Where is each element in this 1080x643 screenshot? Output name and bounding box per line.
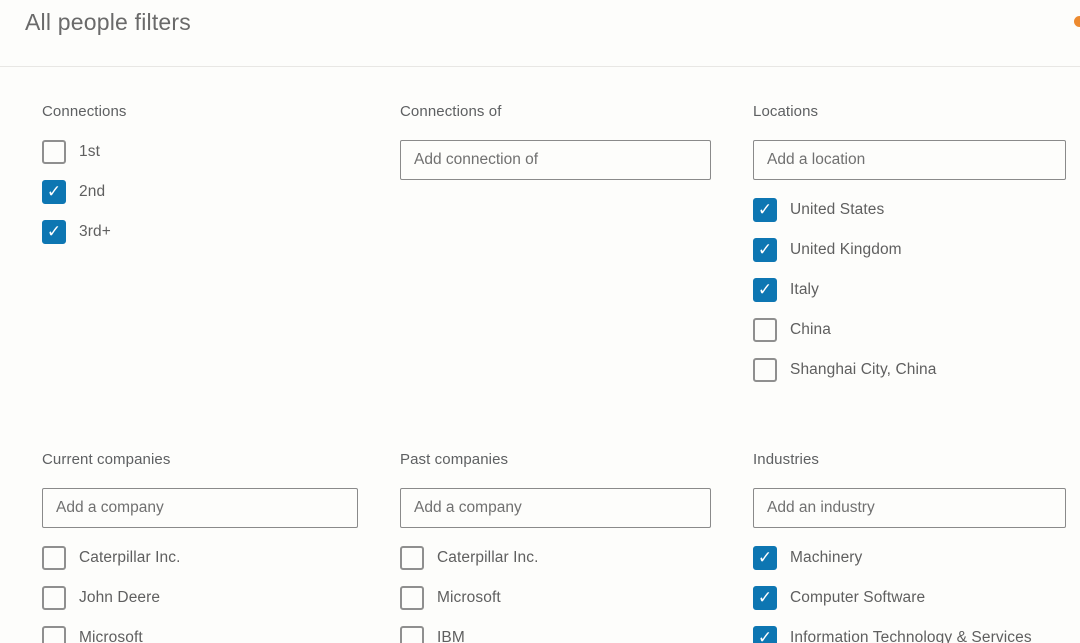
section-label: Locations bbox=[753, 103, 1066, 120]
locations-options: United States United Kingdom Italy China… bbox=[753, 198, 1066, 382]
notification-dot-icon bbox=[1074, 16, 1080, 27]
checkbox-label: United Kingdom bbox=[790, 241, 902, 259]
section-label: Current companies bbox=[42, 451, 358, 468]
checkbox-row-computer-software[interactable]: Computer Software bbox=[753, 586, 1066, 610]
checkbox-icon[interactable] bbox=[42, 140, 66, 164]
checkbox-label: Microsoft bbox=[79, 629, 143, 643]
checkbox-row-shanghai-city-china[interactable]: Shanghai City, China bbox=[753, 358, 1066, 382]
industry-input[interactable] bbox=[753, 488, 1066, 528]
checkbox-label: 1st bbox=[79, 143, 100, 161]
checkbox-row-machinery[interactable]: Machinery bbox=[753, 546, 1066, 570]
checkbox-row-italy[interactable]: Italy bbox=[753, 278, 1066, 302]
checkbox-label: IBM bbox=[437, 629, 465, 643]
checkbox-icon[interactable] bbox=[400, 586, 424, 610]
checkbox-icon[interactable] bbox=[42, 546, 66, 570]
section-label: Connections bbox=[42, 103, 358, 120]
checkbox-label: United States bbox=[790, 201, 884, 219]
section-locations: Locations United States United Kingdom I… bbox=[753, 103, 1066, 398]
checkbox-row-united-states[interactable]: United States bbox=[753, 198, 1066, 222]
section-past-companies: Past companies Caterpillar Inc. Microsof… bbox=[400, 451, 711, 643]
checkbox-icon[interactable] bbox=[400, 546, 424, 570]
checkbox-icon[interactable] bbox=[753, 546, 777, 570]
checkbox-icon[interactable] bbox=[753, 626, 777, 643]
checkbox-icon[interactable] bbox=[753, 358, 777, 382]
checkbox-icon[interactable] bbox=[42, 180, 66, 204]
checkbox-icon[interactable] bbox=[753, 318, 777, 342]
checkbox-label: China bbox=[790, 321, 831, 339]
current-company-input[interactable] bbox=[42, 488, 358, 528]
section-connections-of: Connections of bbox=[400, 103, 711, 398]
checkbox-icon[interactable] bbox=[42, 626, 66, 643]
checkbox-row-microsoft[interactable]: Microsoft bbox=[42, 626, 358, 643]
section-label: Past companies bbox=[400, 451, 711, 468]
industries-options: Machinery Computer Software Information … bbox=[753, 546, 1066, 643]
filters-header: All people filters bbox=[0, 0, 1080, 67]
checkbox-row-caterpillar[interactable]: Caterpillar Inc. bbox=[400, 546, 711, 570]
checkbox-label: Caterpillar Inc. bbox=[79, 549, 181, 567]
checkbox-icon[interactable] bbox=[753, 238, 777, 262]
checkbox-label: 2nd bbox=[79, 183, 105, 201]
checkbox-row-john-deere[interactable]: John Deere bbox=[42, 586, 358, 610]
connections-options: 1st 2nd 3rd+ bbox=[42, 140, 358, 244]
checkbox-label: Shanghai City, China bbox=[790, 361, 936, 379]
checkbox-icon[interactable] bbox=[753, 198, 777, 222]
section-label: Connections of bbox=[400, 103, 711, 120]
checkbox-row-caterpillar[interactable]: Caterpillar Inc. bbox=[42, 546, 358, 570]
current-companies-options: Caterpillar Inc. John Deere Microsoft bbox=[42, 546, 358, 643]
checkbox-label: Microsoft bbox=[437, 589, 501, 607]
page-title: All people filters bbox=[25, 9, 191, 36]
location-input[interactable] bbox=[753, 140, 1066, 180]
checkbox-label: Machinery bbox=[790, 549, 862, 567]
section-current-companies: Current companies Caterpillar Inc. John … bbox=[42, 451, 358, 643]
section-label: Industries bbox=[753, 451, 1066, 468]
past-company-input[interactable] bbox=[400, 488, 711, 528]
checkbox-icon[interactable] bbox=[753, 586, 777, 610]
checkbox-icon[interactable] bbox=[42, 220, 66, 244]
checkbox-label: 3rd+ bbox=[79, 223, 111, 241]
checkbox-row-china[interactable]: China bbox=[753, 318, 1066, 342]
past-companies-options: Caterpillar Inc. Microsoft IBM bbox=[400, 546, 711, 643]
filters-grid: Connections 1st 2nd 3rd+ Connections of … bbox=[0, 67, 1080, 643]
checkbox-row-united-kingdom[interactable]: United Kingdom bbox=[753, 238, 1066, 262]
checkbox-row-microsoft[interactable]: Microsoft bbox=[400, 586, 711, 610]
checkbox-icon[interactable] bbox=[400, 626, 424, 643]
checkbox-label: Italy bbox=[790, 281, 819, 299]
section-industries: Industries Machinery Computer Software I… bbox=[753, 451, 1066, 643]
checkbox-label: Caterpillar Inc. bbox=[437, 549, 539, 567]
checkbox-icon[interactable] bbox=[42, 586, 66, 610]
checkbox-row-1st[interactable]: 1st bbox=[42, 140, 358, 164]
connections-of-input[interactable] bbox=[400, 140, 711, 180]
checkbox-label: John Deere bbox=[79, 589, 160, 607]
checkbox-label: Computer Software bbox=[790, 589, 925, 607]
checkbox-row-3rd-plus[interactable]: 3rd+ bbox=[42, 220, 358, 244]
checkbox-icon[interactable] bbox=[753, 278, 777, 302]
checkbox-row-ibm[interactable]: IBM bbox=[400, 626, 711, 643]
checkbox-label: Information Technology & Services bbox=[790, 629, 1032, 643]
checkbox-row-2nd[interactable]: 2nd bbox=[42, 180, 358, 204]
section-connections: Connections 1st 2nd 3rd+ bbox=[42, 103, 358, 398]
checkbox-row-information-technology-services[interactable]: Information Technology & Services bbox=[753, 626, 1066, 643]
